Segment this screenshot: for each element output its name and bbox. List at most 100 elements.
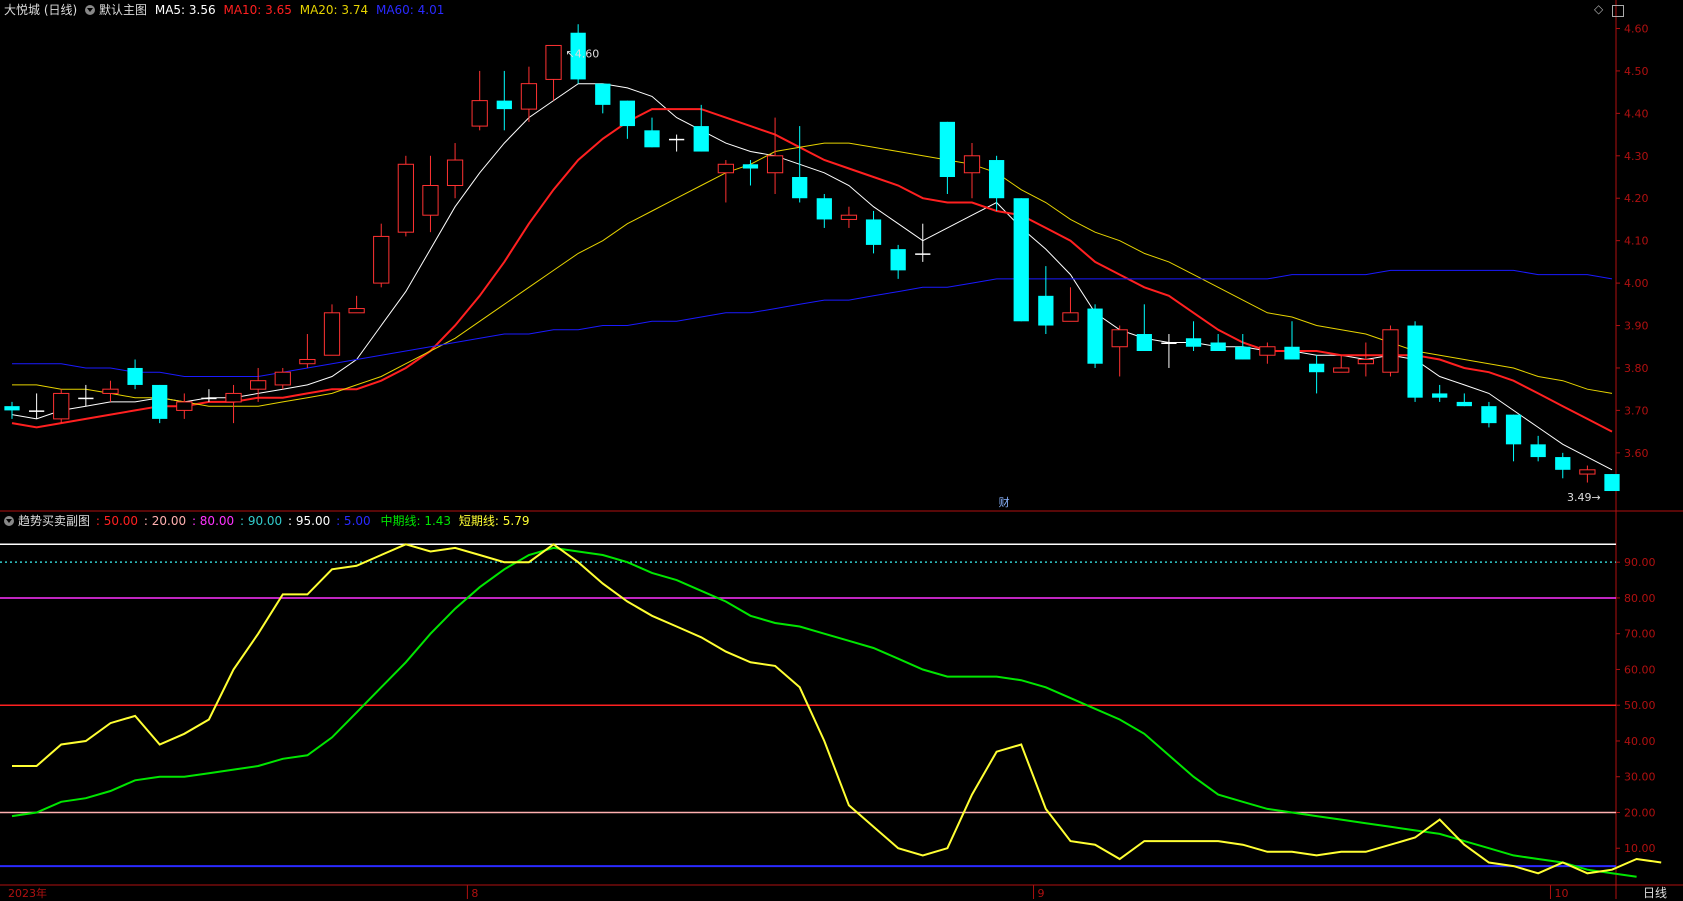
main-y-tick-label: 4.10: [1624, 235, 1649, 248]
candle-body: [816, 198, 832, 220]
candle-body: [915, 253, 931, 255]
ma10-value: MA10: 3.65: [223, 3, 292, 17]
x-tick-label: 8: [471, 887, 478, 899]
low-price-label: 3.49→: [1567, 491, 1601, 504]
ma-line-ma20: [12, 142, 1613, 407]
ma5-value: MA5: 3.56: [154, 3, 216, 17]
candle-body: [373, 235, 390, 284]
stock-chart[interactable]: 4.60 4.50 4.40 4.30 4.20 4.10 4.00 3.90 3.80 3.70…: [0, 0, 1683, 899]
candle-body: [1111, 329, 1128, 348]
sub-y-tick-label: 60.00: [1624, 663, 1656, 676]
candle-body: [1038, 295, 1054, 326]
ma20-value: MA20: 3.74: [299, 3, 369, 17]
sub-chart-header: 趋势买卖副图 : 50.00 : 20.00 : 80.00 : 90.00 :…: [4, 513, 533, 529]
main-y-tick-label: 3.90: [1624, 320, 1649, 333]
main-y-tick-label: 4.50: [1624, 65, 1649, 78]
candle-body: [1333, 367, 1350, 373]
main-chart-label[interactable]: 默认主图: [99, 3, 147, 17]
candle-body: [348, 308, 365, 314]
short-term-line: [12, 543, 1662, 875]
candle-body: [668, 138, 685, 141]
candle-body: [201, 397, 217, 400]
level-50: : 50.00: [95, 514, 139, 528]
ma60-value: MA60: 4.01: [375, 3, 445, 17]
candle-body: [545, 44, 562, 80]
ma-line-ma5: [11, 83, 1613, 471]
sub-chart-title[interactable]: 趋势买卖副图: [18, 514, 90, 528]
candle-body: [520, 83, 538, 110]
sub-y-tick-label: 80.00: [1624, 592, 1656, 605]
candle-body: [1530, 444, 1546, 458]
main-y-tick-label: 3.60: [1624, 447, 1649, 460]
candle-body: [1087, 308, 1103, 364]
candle-body: [865, 219, 882, 245]
period-label[interactable]: 日线: [1643, 884, 1667, 901]
main-chart-menu-icon[interactable]: [85, 5, 96, 15]
sub-y-tick-label: 30.00: [1624, 771, 1656, 784]
candle-body: [1555, 457, 1571, 470]
sub-y-tick-label: 10.00: [1624, 842, 1656, 855]
candle-body: [323, 312, 341, 356]
candle-body: [1604, 474, 1620, 492]
candle-body: [1062, 312, 1079, 322]
sub-y-tick-label: 70.00: [1624, 628, 1656, 641]
candle-body: [4, 406, 20, 411]
diamond-icon[interactable]: ◇: [1594, 2, 1603, 16]
candle-body: [1505, 414, 1522, 445]
sub-chart-menu-icon[interactable]: [4, 516, 14, 526]
candle-body: [1013, 198, 1029, 322]
level-5: : 5.00: [336, 514, 371, 528]
candle-body: [766, 155, 784, 174]
candle-body: [1579, 469, 1596, 475]
sub-y-tick-label: 40.00: [1624, 735, 1656, 748]
candle-body: [176, 401, 193, 411]
main-y-tick-label: 4.30: [1624, 150, 1649, 163]
candle-body: [1136, 334, 1152, 351]
candle-body: [890, 249, 906, 271]
candle-body: [127, 367, 143, 385]
mid-line-value: 中期线: 1.43: [380, 514, 452, 528]
candle-body: [792, 177, 808, 199]
stock-name[interactable]: 大悦城 (日线): [4, 3, 77, 17]
level-80: : 80.00: [191, 514, 235, 528]
sub-y-tick-label: 90.00: [1624, 556, 1656, 569]
financial-report-marker: 财: [999, 495, 1010, 509]
candle-body: [1481, 406, 1497, 424]
level-95: : 95.00: [288, 514, 331, 528]
candle-body: [1357, 358, 1374, 365]
candle-body: [53, 392, 70, 420]
candle-body: [1456, 401, 1472, 407]
candle-body: [422, 184, 439, 216]
fullscreen-icon[interactable]: [1612, 5, 1624, 17]
candle-body: [299, 358, 316, 365]
level-90: : 90.00: [239, 514, 283, 528]
candle-body: [1210, 342, 1226, 351]
candle-body: [644, 130, 660, 148]
candle-body: [225, 392, 242, 403]
candle-body: [1161, 342, 1177, 345]
candle-body: [742, 164, 759, 169]
candle-body: [963, 155, 981, 174]
candle-body: [1407, 325, 1423, 398]
candle-body: [717, 163, 734, 174]
candle-body: [619, 100, 636, 127]
candle-body: [152, 384, 168, 419]
main-y-tick-label: 3.70: [1624, 404, 1649, 417]
high-price-label: ↖4.60: [566, 47, 600, 60]
main-y-tick-label: 4.20: [1624, 192, 1649, 205]
short-line-value: 短期线: 5.79: [458, 514, 530, 528]
candle-body: [102, 388, 119, 394]
candle-body: [1284, 346, 1300, 360]
candle-body: [1382, 329, 1399, 373]
candle-body: [250, 380, 267, 390]
main-y-tick-label: 4.60: [1624, 22, 1649, 35]
candle-body: [471, 100, 488, 127]
candle-body: [274, 371, 291, 386]
level-20: : 20.00: [143, 514, 187, 528]
candle-body: [496, 100, 512, 110]
candle-body: [1259, 346, 1276, 356]
candle-body: [1235, 346, 1251, 360]
candle-body: [1308, 363, 1325, 373]
main-chart-header: 大悦城 (日线) 默认主图 MA5: 3.56 MA10: 3.65 MA20:…: [4, 2, 448, 18]
x-tick-label: 10: [1554, 887, 1568, 899]
